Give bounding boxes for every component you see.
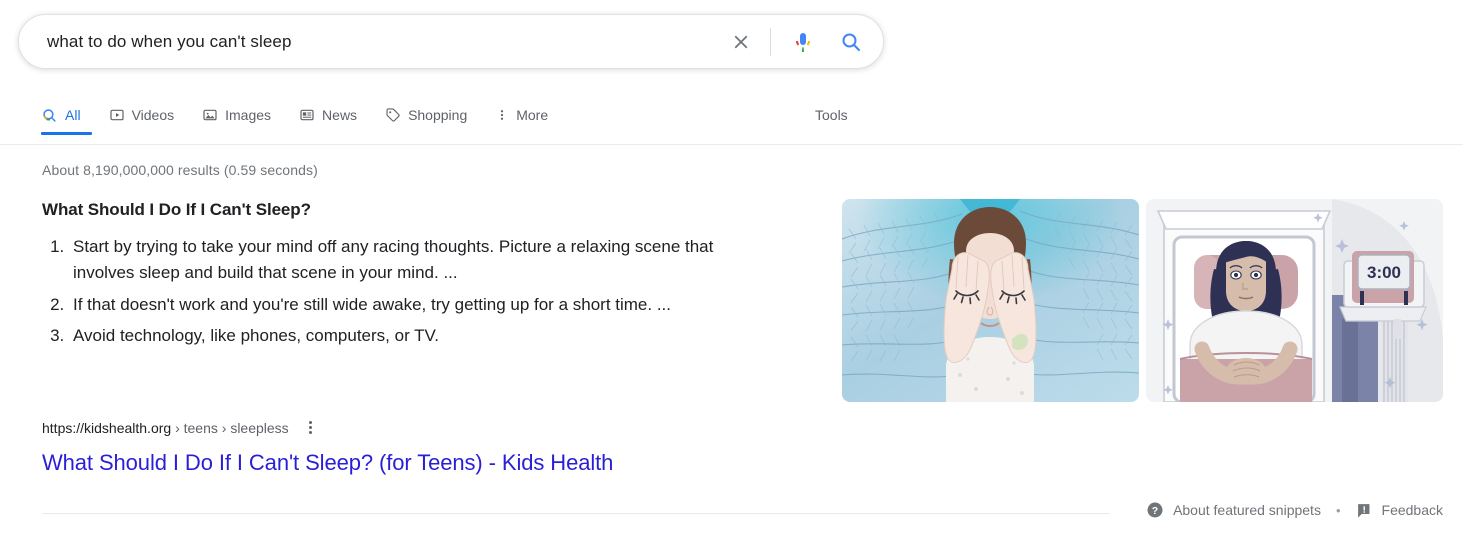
tab-more[interactable]: More: [495, 100, 548, 130]
list-item: Avoid technology, like phones, computers…: [69, 323, 742, 349]
tools-button[interactable]: Tools: [815, 100, 848, 130]
microphone-icon[interactable]: [785, 24, 821, 60]
image-icon: [202, 107, 218, 123]
tag-icon: [385, 107, 401, 123]
source-url[interactable]: https://kidshealth.org › teens › sleeple…: [42, 420, 289, 436]
tab-shopping[interactable]: Shopping: [385, 100, 467, 130]
list-item: Start by trying to take your mind off an…: [69, 234, 742, 286]
search-bar-divider: [770, 28, 771, 56]
tabs-bottom-border: [0, 144, 1463, 145]
more-vertical-icon[interactable]: [303, 418, 318, 437]
active-tab-indicator: [41, 132, 92, 135]
source-path: › teens › sleepless: [171, 420, 289, 436]
tab-label: More: [516, 107, 548, 123]
snippet-list: Start by trying to take your mind off an…: [42, 234, 742, 349]
close-icon[interactable]: [724, 25, 758, 59]
tab-label: Videos: [132, 107, 175, 123]
source-domain: https://kidshealth.org: [42, 420, 171, 436]
tab-news[interactable]: News: [299, 100, 357, 130]
woman-awake-in-bed-illustration[interactable]: 3:00: [1146, 199, 1443, 402]
svg-text:?: ?: [1152, 505, 1158, 517]
search-bar[interactable]: [18, 14, 884, 69]
news-icon: [299, 107, 315, 123]
result-title-link[interactable]: What Should I Do If I Can't Sleep? (for …: [42, 450, 613, 476]
source-row: https://kidshealth.org › teens › sleeple…: [42, 418, 318, 437]
snippet-title: What Should I Do If I Can't Sleep?: [42, 200, 742, 220]
feedback-flag-icon[interactable]: [1356, 502, 1373, 519]
tab-label: Images: [225, 107, 271, 123]
search-icon[interactable]: [833, 24, 869, 60]
tools-label: Tools: [815, 107, 848, 123]
more-vertical-icon: [495, 107, 509, 123]
tab-label: Shopping: [408, 107, 467, 123]
alarm-clock-time: 3:00: [1367, 263, 1401, 282]
search-icon: [41, 107, 58, 124]
footer-divider: [42, 513, 1110, 514]
tab-label: All: [65, 107, 81, 123]
about-featured-snippets-link[interactable]: About featured snippets: [1173, 502, 1321, 518]
result-stats: About 8,190,000,000 results (0.59 second…: [42, 162, 318, 178]
tab-videos[interactable]: Videos: [109, 100, 175, 130]
feedback-link[interactable]: Feedback: [1382, 502, 1443, 518]
search-input[interactable]: [45, 31, 724, 53]
tab-images[interactable]: Images: [202, 100, 271, 130]
search-tabs-bar: All Videos Images: [0, 100, 1463, 146]
snippet-footer: ? About featured snippets • Feedback: [1146, 501, 1443, 519]
video-icon: [109, 107, 125, 123]
tab-label: News: [322, 107, 357, 123]
help-circle-icon[interactable]: ?: [1146, 501, 1164, 519]
search-bar-container: [18, 14, 884, 69]
tab-all[interactable]: All: [41, 100, 81, 130]
woman-covering-eyes-blue-fern-photo[interactable]: [842, 199, 1139, 402]
list-item: If that doesn't work and you're still wi…: [69, 292, 742, 318]
featured-snippet: What Should I Do If I Can't Sleep? Start…: [42, 200, 742, 355]
footer-separator: •: [1336, 503, 1341, 518]
